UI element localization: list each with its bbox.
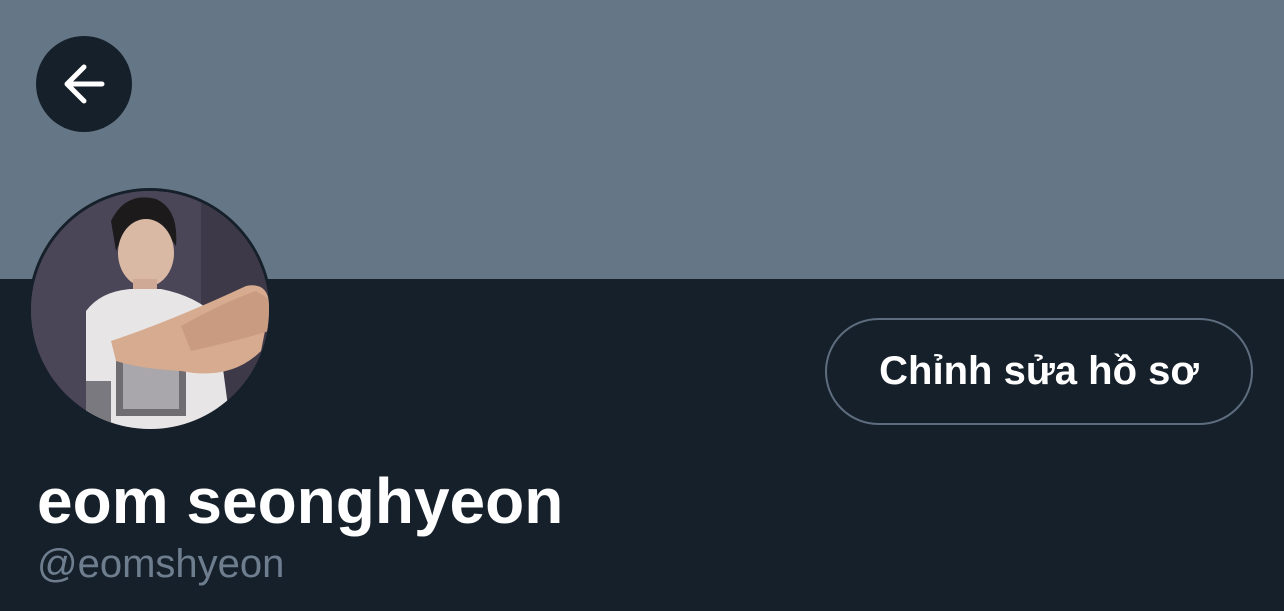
avatar[interactable] bbox=[28, 188, 272, 432]
edit-profile-button[interactable]: Chỉnh sửa hồ sơ bbox=[825, 318, 1253, 425]
user-handle: @eomshyeon bbox=[37, 542, 285, 586]
back-button[interactable] bbox=[36, 36, 132, 132]
arrow-left-icon bbox=[64, 64, 105, 104]
profile-page: Chỉnh sửa hồ sơ eom seonghyeon @eomshyeo… bbox=[0, 0, 1284, 611]
display-name: eom seonghyeon bbox=[37, 465, 564, 537]
edit-profile-label: Chỉnh sửa hồ sơ bbox=[879, 349, 1199, 393]
avatar-photo bbox=[31, 191, 269, 429]
